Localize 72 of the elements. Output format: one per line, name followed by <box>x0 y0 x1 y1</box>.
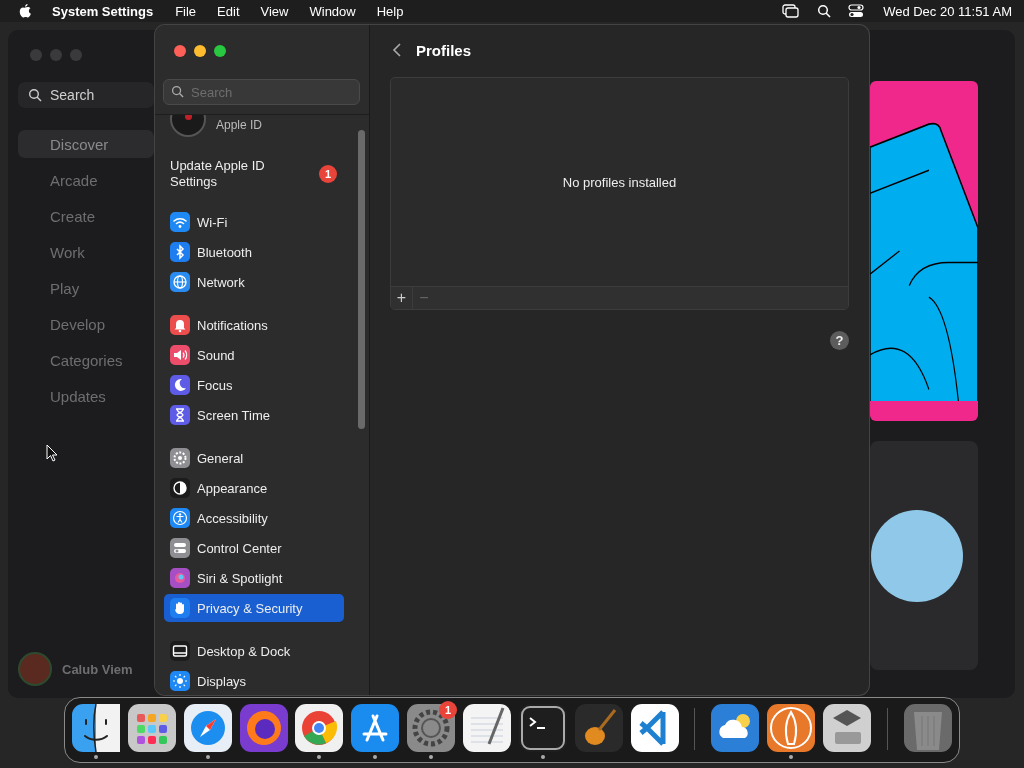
notepad-icon[interactable] <box>462 704 511 752</box>
sidebar-item[interactable]: Screen Time <box>164 400 344 430</box>
toggles-icon[interactable] <box>848 4 865 18</box>
app-menu[interactable]: System Settings <box>52 3 154 19</box>
notification-badge: 1 <box>319 165 337 183</box>
wifi-icon <box>170 212 190 232</box>
dock-icon <box>170 641 190 661</box>
sidebar-item[interactable]: Discover <box>18 130 154 158</box>
scrollbar-thumb[interactable] <box>358 130 365 429</box>
gear-icon <box>170 448 190 468</box>
sidebar-item[interactable]: Privacy & Security <box>164 594 344 622</box>
search-icon <box>171 85 184 98</box>
orb-icon <box>170 568 190 588</box>
minimize-icon[interactable] <box>194 45 206 57</box>
bell-icon <box>170 315 190 335</box>
gear-icon[interactable] <box>407 704 456 752</box>
half-circle-icon <box>170 478 190 498</box>
globe-icon <box>170 272 190 292</box>
compass-icon[interactable] <box>183 704 232 752</box>
maximize-icon[interactable] <box>214 45 226 57</box>
sidebar-item[interactable]: Accessibility <box>164 503 344 533</box>
search-icon <box>28 88 42 102</box>
bluetooth-icon <box>170 242 190 262</box>
sidebar-item[interactable]: Wi-Fi <box>164 207 344 237</box>
add-button[interactable]: + <box>391 287 413 309</box>
sidebar-item[interactable]: Control Center <box>164 533 344 563</box>
person-icon <box>170 508 190 528</box>
sidebar-item[interactable]: Bluetooth <box>164 237 344 267</box>
empty-message: No profiles installed <box>562 174 677 190</box>
sidebar-item[interactable]: Siri & Spotlight <box>164 563 344 593</box>
notification-badge: 1 <box>439 701 457 719</box>
hand-icon <box>170 598 190 618</box>
clock[interactable]: Wed Dec 20 11:51 AM <box>883 3 1012 19</box>
update-notice[interactable]: Update Apple ID Settings <box>170 158 290 190</box>
close-icon[interactable] <box>174 45 186 57</box>
account-link[interactable]: Apple ID <box>216 118 263 132</box>
pointer-cursor-icon <box>46 444 58 462</box>
apple-logo-icon[interactable] <box>18 3 32 19</box>
sidebar-item[interactable]: Focus <box>164 370 344 400</box>
page-title: Profiles <box>416 41 472 59</box>
moon-icon <box>170 375 190 395</box>
featured-card[interactable] <box>870 441 978 670</box>
menu-item[interactable]: File <box>175 3 197 19</box>
hourglass-icon <box>170 405 190 425</box>
chevron-code-icon[interactable] <box>630 704 679 752</box>
sidebar-item[interactable]: Network <box>164 267 344 297</box>
letter-a-icon[interactable] <box>351 704 400 752</box>
terminal-icon[interactable] <box>518 704 567 752</box>
search-icon[interactable] <box>817 4 832 18</box>
help-button[interactable]: ? <box>830 331 849 350</box>
search-field[interactable]: Search <box>18 82 154 108</box>
grid-icon[interactable] <box>127 704 176 752</box>
menu-item[interactable]: View <box>260 3 289 19</box>
sidebar-item[interactable]: Sound <box>164 340 344 370</box>
menu-item[interactable]: Window <box>309 3 356 19</box>
guitar-icon[interactable] <box>574 704 623 752</box>
sun-icon <box>170 671 190 691</box>
face-icon[interactable] <box>71 704 120 752</box>
sidebar-item[interactable]: Displays <box>164 666 344 695</box>
cloud-icon[interactable] <box>711 704 760 752</box>
sidebar-item[interactable]: Desktop & Dock <box>164 636 344 666</box>
back-icon[interactable] <box>392 42 402 58</box>
sidebar-item[interactable]: Appearance <box>164 473 344 503</box>
windows-icon[interactable] <box>782 4 801 18</box>
trash-can-icon[interactable] <box>903 704 952 752</box>
sidebar-item[interactable]: General <box>164 443 344 473</box>
speaker-icon <box>170 345 190 365</box>
toggles-icon <box>170 538 190 558</box>
sidebar-item[interactable]: Notifications <box>164 310 344 340</box>
menu-item[interactable]: Help <box>376 3 404 19</box>
circle-logo-icon[interactable] <box>295 704 344 752</box>
menu-item[interactable]: Edit <box>217 3 240 19</box>
